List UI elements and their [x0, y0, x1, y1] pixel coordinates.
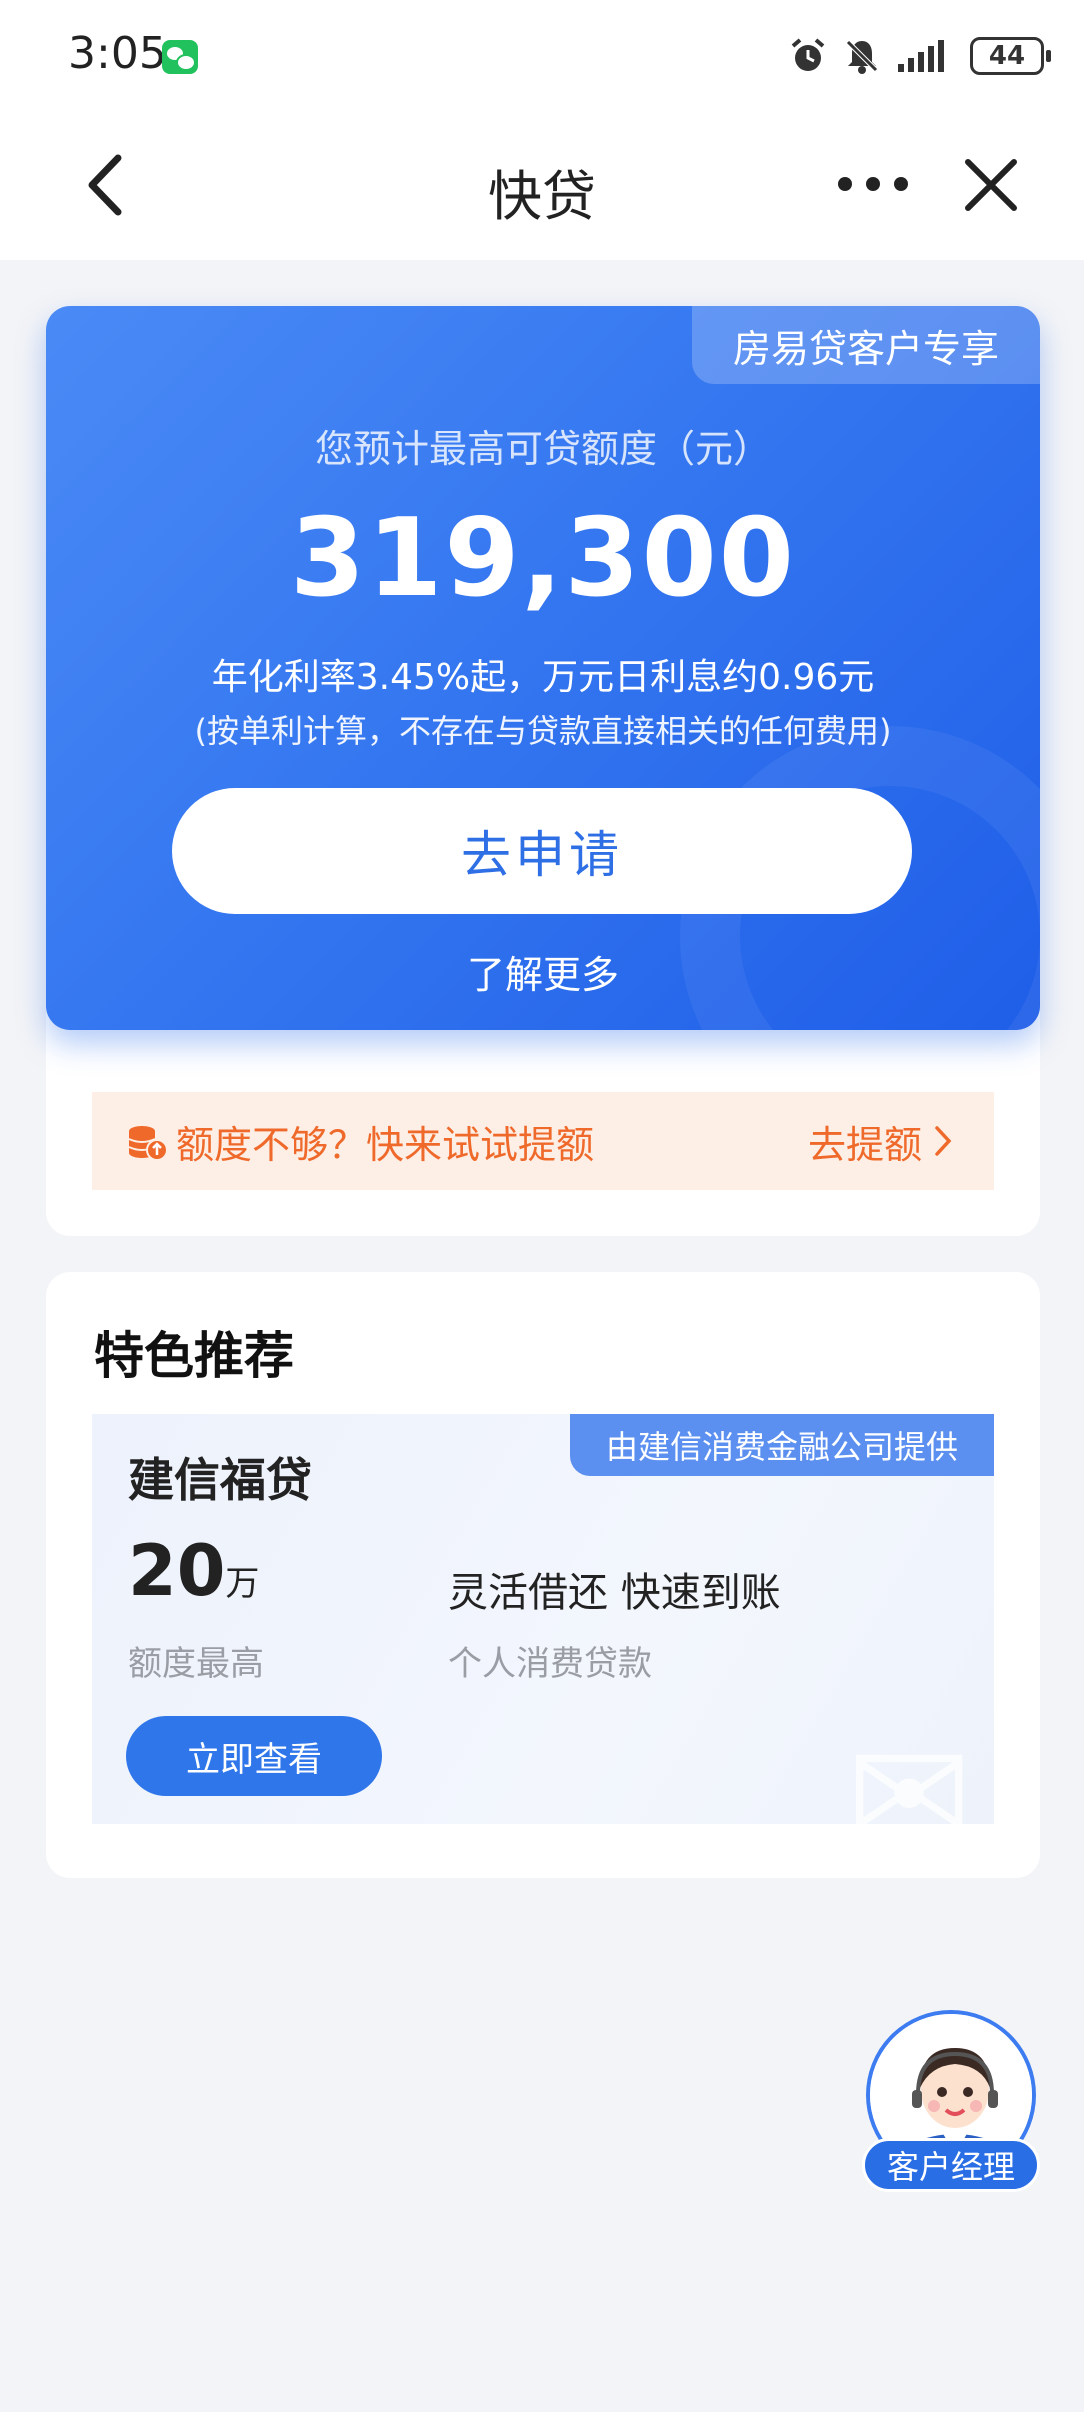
close-icon[interactable] — [960, 154, 1022, 216]
page-title: 快贷 — [488, 165, 596, 228]
customer-manager-label: 客户经理 — [862, 2138, 1040, 2192]
alarm-icon — [791, 38, 825, 71]
increase-limit-text: 额度不够？快来试试提额 — [176, 1122, 595, 1167]
product-type-label: 个人消费贷款 — [448, 1644, 652, 1684]
product-amount-label: 额度最高 — [128, 1644, 264, 1684]
status-icons: 44 — [788, 34, 1051, 78]
nav-bar: 快贷 — [0, 110, 1084, 260]
more-options-icon[interactable] — [838, 164, 908, 204]
learn-more-link[interactable]: 了解更多 — [46, 944, 1040, 999]
limit-label: 您预计最高可贷额度（元） — [314, 427, 771, 471]
limit-amount: 319,300 — [290, 496, 796, 621]
exclusive-badge: 房易贷客户专享 — [692, 306, 1040, 384]
increase-limit-banner[interactable]: 额度不够？快来试试提额 去提额 — [92, 1092, 994, 1190]
increase-limit-link-label: 去提额 — [807, 1122, 922, 1167]
apply-button[interactable]: 去申请 — [172, 788, 912, 914]
wechat-notification-icon — [162, 40, 198, 74]
status-time: 3:05 — [68, 28, 167, 79]
section-title: 特色推荐 — [94, 1327, 294, 1385]
view-now-button[interactable]: 立即查看 — [126, 1716, 382, 1796]
increase-limit-link[interactable]: 去提额 — [808, 1092, 954, 1190]
featured-recommendations: 特色推荐 ✉ 由建信消费金融公司提供 建信福贷 20万 额度最高 灵活借还 快速… — [46, 1272, 1040, 1878]
battery-indicator: 44 — [970, 37, 1051, 75]
customer-manager-button[interactable]: 客户经理 — [862, 2010, 1040, 2198]
rate-text: 年化利率3.45%起，万元日利息约0.96元 — [211, 657, 875, 698]
product-amount-unit: 万 — [225, 1564, 260, 1604]
provider-tag: 由建信消费金融公司提供 — [570, 1414, 994, 1476]
product-card[interactable]: ✉ 由建信消费金融公司提供 建信福贷 20万 额度最高 灵活借还 快速到账 个人… — [92, 1414, 994, 1824]
product-max-amount: 20万 — [128, 1530, 259, 1612]
product-feature: 灵活借还 快速到账 — [448, 1570, 781, 1616]
product-name: 建信福贷 — [128, 1453, 312, 1507]
product-amount-number: 20 — [128, 1530, 226, 1612]
rate-note: (按单利计算，不存在与贷款直接相关的任何费用) — [194, 712, 892, 750]
status-bar: 3:05 44 — [0, 0, 1084, 110]
mute-bell-icon — [846, 40, 878, 74]
signal-icon — [898, 40, 944, 72]
chevron-right-icon — [935, 1126, 952, 1156]
credit-limit-panel: 房易贷客户专享 您预计最高可贷额度（元） 319,300 年化利率3.45%起，… — [46, 306, 1040, 1030]
decorative-watermark: ✉ — [846, 1710, 972, 1824]
coins-icon — [128, 1126, 168, 1161]
